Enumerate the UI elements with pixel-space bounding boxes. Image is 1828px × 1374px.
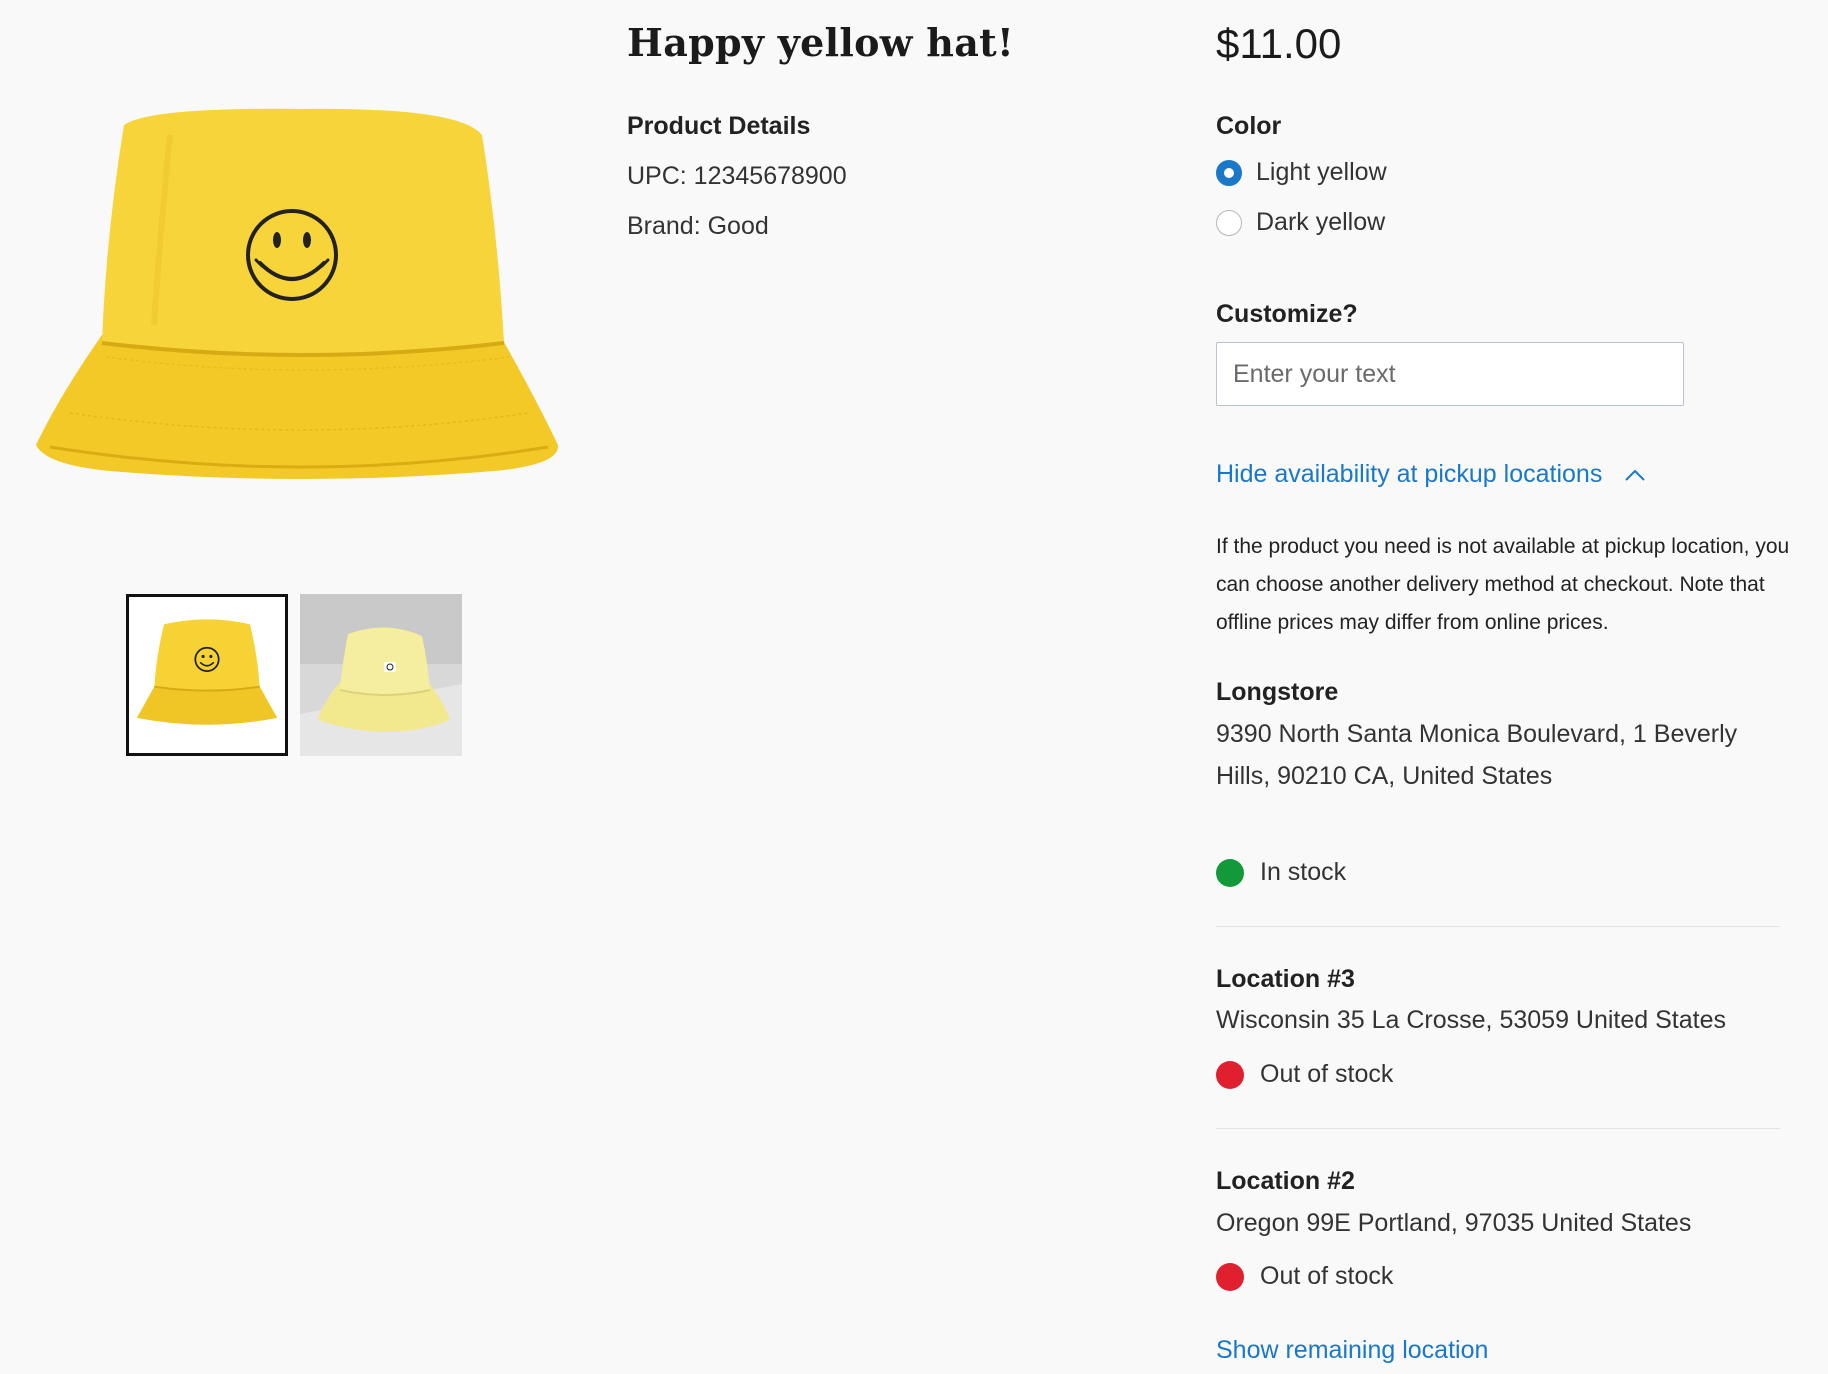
color-option-label: Light yellow — [1256, 158, 1387, 186]
show-remaining-location-link[interactable]: Show remaining location — [1216, 1336, 1488, 1365]
upc-value: UPC: 12345678900 — [627, 162, 847, 190]
in-stock-dot-icon — [1216, 858, 1244, 887]
color-option-dark-yellow[interactable]: Dark yellow — [1216, 208, 1385, 237]
customize-heading: Customize? — [1216, 300, 1358, 328]
location-divider — [1216, 926, 1780, 927]
location-name: Longstore — [1216, 678, 1339, 706]
stock-status-label: Out of stock — [1260, 1060, 1394, 1088]
stock-status: In stock — [1216, 858, 1346, 887]
location-name: Location #3 — [1216, 965, 1355, 993]
color-option-label: Dark yellow — [1256, 208, 1386, 236]
stock-status-label: Out of stock — [1260, 1262, 1394, 1290]
product-details-heading: Product Details — [627, 112, 811, 140]
location-address: Oregon 99E Portland, 97035 United States — [1216, 1209, 1692, 1237]
product-price: $11.00 — [1216, 20, 1342, 67]
stock-status: Out of stock — [1216, 1262, 1393, 1291]
out-of-stock-dot-icon — [1216, 1060, 1244, 1089]
location-name: Location #2 — [1216, 1167, 1355, 1195]
out-of-stock-dot-icon — [1216, 1262, 1244, 1291]
radio-unchecked-icon[interactable] — [1216, 209, 1242, 236]
thumbnail-2[interactable] — [300, 594, 462, 756]
location-divider — [1216, 1128, 1780, 1129]
stock-status-label: In stock — [1260, 858, 1347, 886]
product-main-image — [20, 95, 580, 495]
hide-availability-label: Hide availability at pickup locations — [1216, 460, 1603, 488]
radio-checked-icon[interactable] — [1216, 159, 1242, 186]
location-address: 9390 North Santa Monica Boulevard, 1 Bev… — [1216, 720, 1738, 790]
customize-text-input[interactable] — [1216, 342, 1684, 406]
color-heading: Color — [1216, 112, 1282, 140]
chevron-up-icon — [1625, 469, 1646, 481]
stock-status: Out of stock — [1216, 1060, 1393, 1089]
brand-value: Brand: Good — [627, 212, 769, 240]
hide-availability-link[interactable]: Hide availability at pickup locations — [1216, 460, 1646, 489]
thumbnail-1[interactable] — [126, 594, 288, 756]
color-option-light-yellow[interactable]: Light yellow — [1216, 158, 1387, 187]
location-address: Wisconsin 35 La Crosse, 53059 United Sta… — [1216, 1006, 1726, 1034]
availability-note: If the product you need is not available… — [1216, 535, 1790, 634]
product-title: Happy yellow hat! — [627, 20, 1014, 65]
